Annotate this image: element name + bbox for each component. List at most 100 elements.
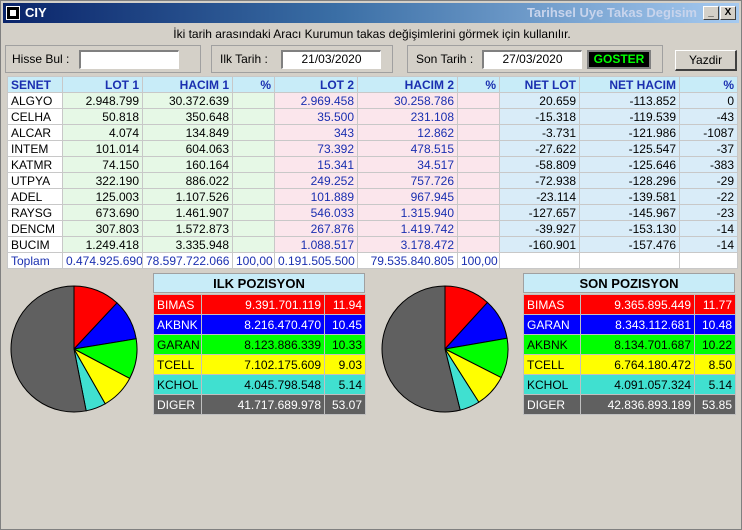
first-position-table: BIMAS 9.391.701.119 11.94 AKBNK 8.216.470.47… bbox=[153, 294, 366, 415]
symbol-cell: CELHA bbox=[7, 108, 63, 125]
position-row: GARAN 8.343.112.681 10.48 bbox=[523, 314, 736, 335]
table-cell: 3.335.948 bbox=[142, 236, 233, 253]
column-header[interactable]: NET HACIM bbox=[579, 76, 680, 93]
table-cell bbox=[232, 156, 275, 173]
table-cell: 50.818 bbox=[62, 108, 143, 125]
position-row: TCELL 6.764.180.472 8.50 bbox=[523, 354, 736, 375]
position-row: AKBNK 8.134.701.687 10.22 bbox=[523, 334, 736, 355]
first-position-title: ILK POZISYON bbox=[153, 273, 365, 293]
column-header[interactable]: SENET bbox=[7, 76, 63, 93]
symbol-cell: ADEL bbox=[7, 188, 63, 205]
table-row[interactable]: CELHA 50.818 350.648 35.500 231.108 -15.318 -1… bbox=[7, 108, 738, 125]
table-cell: -1087 bbox=[679, 124, 738, 141]
total-cell: 100,00 bbox=[232, 252, 275, 269]
table-cell bbox=[457, 92, 500, 109]
position-percent: 10.48 bbox=[694, 314, 736, 335]
column-header[interactable]: HACIM 2 bbox=[357, 76, 458, 93]
search-input[interactable] bbox=[79, 50, 179, 69]
table-cell: 101.889 bbox=[274, 188, 358, 205]
table-cell: 20.659 bbox=[499, 92, 580, 109]
table-cell: 74.150 bbox=[62, 156, 143, 173]
position-symbol: TCELL bbox=[523, 354, 581, 375]
table-row[interactable]: DENCM 307.803 1.572.873 267.876 1.419.742 -39… bbox=[7, 220, 738, 237]
position-percent: 11.94 bbox=[324, 294, 366, 315]
minimize-button[interactable]: _ bbox=[703, 6, 719, 20]
column-header[interactable]: % bbox=[232, 76, 275, 93]
table-cell bbox=[232, 204, 275, 221]
table-cell: -125.547 bbox=[579, 140, 680, 157]
position-row: GARAN 8.123.886.339 10.33 bbox=[153, 334, 366, 355]
symbol-cell: RAYSG bbox=[7, 204, 63, 221]
position-percent: 5.14 bbox=[694, 374, 736, 395]
position-row: KCHOL 4.045.798.548 5.14 bbox=[153, 374, 366, 395]
table-cell: -139.581 bbox=[579, 188, 680, 205]
table-cell: 2.948.799 bbox=[62, 92, 143, 109]
end-date-field[interactable]: 27/03/2020 bbox=[482, 50, 582, 69]
table-cell bbox=[457, 188, 500, 205]
table-cell bbox=[232, 140, 275, 157]
table-cell: -383 bbox=[679, 156, 738, 173]
position-percent: 10.45 bbox=[324, 314, 366, 335]
table-cell bbox=[232, 92, 275, 109]
table-cell: 2.969.458 bbox=[274, 92, 358, 109]
table-cell: 1.419.742 bbox=[357, 220, 458, 237]
table-row[interactable]: KATMR 74.150 160.164 15.341 34.517 -58.809 -12… bbox=[7, 156, 738, 173]
table-cell: -145.967 bbox=[579, 204, 680, 221]
search-label: Hisse Bul : bbox=[12, 52, 70, 66]
table-cell: 231.108 bbox=[357, 108, 458, 125]
table-cell: -14 bbox=[679, 236, 738, 253]
position-percent: 10.33 bbox=[324, 334, 366, 355]
table-cell: 478.515 bbox=[357, 140, 458, 157]
table-row[interactable]: ALCAR 4.074 134.849 343 12.862 -3.731 -121.986… bbox=[7, 124, 738, 141]
table-cell: 343 bbox=[274, 124, 358, 141]
position-symbol: AKBNK bbox=[523, 334, 581, 355]
column-header[interactable]: % bbox=[457, 76, 500, 93]
position-symbol: TCELL bbox=[153, 354, 202, 375]
table-row[interactable]: INTEM 101.014 604.063 73.392 478.515 -27.622-… bbox=[7, 140, 738, 157]
table-row[interactable]: BUCIM 1.249.418 3.335.948 1.088.517 3.178.47… bbox=[7, 236, 738, 253]
table-cell: 886.022 bbox=[142, 172, 233, 189]
column-header[interactable]: HACIM 1 bbox=[142, 76, 233, 93]
print-button[interactable]: Yazdir bbox=[675, 50, 737, 71]
position-symbol: AKBNK bbox=[153, 314, 202, 335]
table-row[interactable]: ADEL 125.003 1.107.526 101.889 967.945 -23.11… bbox=[7, 188, 738, 205]
position-amount: 8.123.886.339 bbox=[201, 334, 325, 355]
column-header[interactable]: NET LOT bbox=[499, 76, 580, 93]
table-cell: 307.803 bbox=[62, 220, 143, 237]
table-cell: 34.517 bbox=[357, 156, 458, 173]
table-cell: 30.258.786 bbox=[357, 92, 458, 109]
close-button[interactable]: X bbox=[720, 6, 736, 20]
table-row[interactable]: RAYSG 673.690 1.461.907 546.033 1.315.940 -12… bbox=[7, 204, 738, 221]
position-amount: 9.391.701.119 bbox=[201, 294, 325, 315]
table-cell: 350.648 bbox=[142, 108, 233, 125]
title-bar[interactable]: CIY Tarihsel Uye Takas Degisim _ X bbox=[3, 3, 739, 23]
column-header[interactable]: % bbox=[679, 76, 738, 93]
table-cell: -23.114 bbox=[499, 188, 580, 205]
table-cell: -121.986 bbox=[579, 124, 680, 141]
column-header[interactable]: LOT 1 bbox=[62, 76, 143, 93]
symbol-cell: UTPYA bbox=[7, 172, 63, 189]
show-button[interactable]: GOSTER bbox=[587, 50, 651, 69]
start-date-label: Ilk Tarih : bbox=[220, 52, 268, 66]
start-date-field[interactable]: 21/03/2020 bbox=[281, 50, 381, 69]
total-cell bbox=[679, 252, 738, 269]
position-amount: 4.045.798.548 bbox=[201, 374, 325, 395]
takas-table: SENET LOT 1 HACIM 1% LOT 2 HACIM 2% NET LOT NE… bbox=[7, 76, 738, 269]
table-cell: -22 bbox=[679, 188, 738, 205]
position-amount: 8.216.470.470 bbox=[201, 314, 325, 335]
table-cell: 1.107.526 bbox=[142, 188, 233, 205]
column-header[interactable]: LOT 2 bbox=[274, 76, 358, 93]
table-cell bbox=[232, 124, 275, 141]
total-cell bbox=[499, 252, 580, 269]
position-percent: 8.50 bbox=[694, 354, 736, 375]
position-amount: 4.091.057.324 bbox=[580, 374, 695, 395]
table-row[interactable]: UTPYA 322.190 886.022 249.252 757.726 -72.938… bbox=[7, 172, 738, 189]
table-cell: -153.130 bbox=[579, 220, 680, 237]
app-icon bbox=[6, 6, 20, 20]
position-percent: 53.07 bbox=[324, 394, 366, 415]
table-cell: 12.862 bbox=[357, 124, 458, 141]
total-cell: 79.535.840.805 bbox=[357, 252, 458, 269]
table-cell bbox=[457, 204, 500, 221]
table-row[interactable]: ALGYO 2.948.799 30.372.639 2.969.458 30.258.… bbox=[7, 92, 738, 109]
table-cell bbox=[232, 236, 275, 253]
